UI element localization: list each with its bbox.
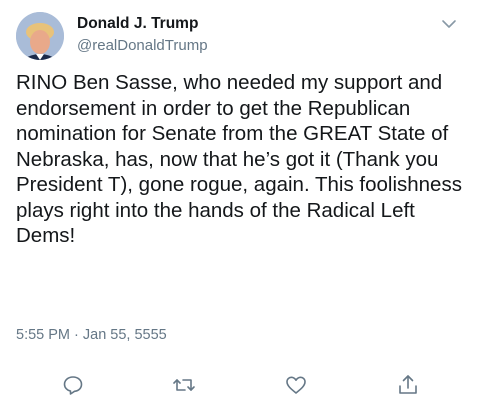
tweet-timestamp[interactable]: 5:55 PM · Jan 55, 5555: [16, 327, 167, 343]
share-icon[interactable]: [396, 373, 420, 397]
tweet-text: RINO Ben Sasse, who needed my support an…: [16, 71, 462, 247]
tweet-actions: [0, 373, 480, 397]
avatar[interactable]: [16, 12, 64, 60]
chevron-down-icon[interactable]: [441, 17, 457, 29]
heart-icon[interactable]: [284, 373, 308, 397]
retweet-icon[interactable]: [172, 373, 196, 397]
author-name[interactable]: Donald J. Trump: [77, 15, 198, 33]
reply-icon[interactable]: [61, 373, 85, 397]
author-handle[interactable]: @realDonaldTrump: [77, 37, 208, 54]
tweet-card: Donald J. Trump @realDonaldTrump RINO Be…: [0, 0, 480, 410]
